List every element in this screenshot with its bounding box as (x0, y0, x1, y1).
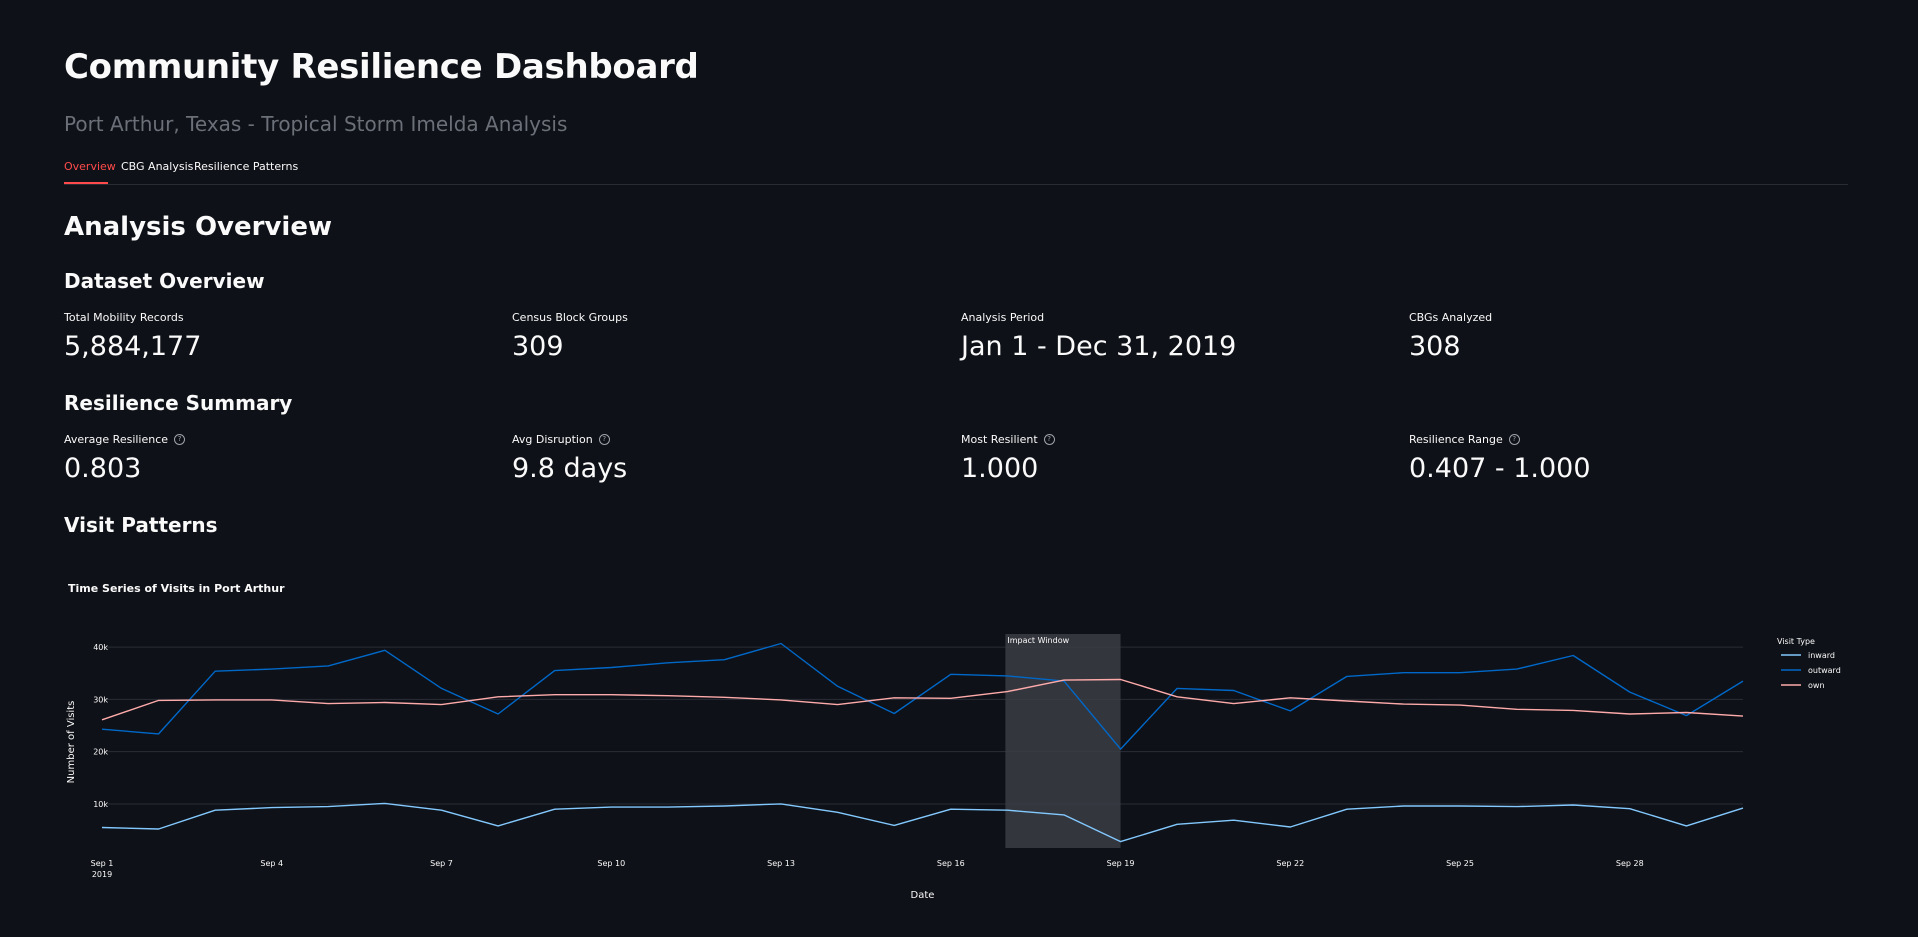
y-tick-label: 20k (93, 748, 108, 757)
x-tick-label: Sep 13 (767, 859, 795, 868)
metric-label: Most Resilient? (961, 433, 1055, 446)
metric-label: Resilience Range? (1409, 433, 1591, 446)
impact-window-label: Impact Window (1007, 636, 1069, 645)
metric-total-mobility-records: Total Mobility Records 5,884,177 (64, 311, 201, 362)
y-tick-label: 10k (93, 800, 108, 809)
tab-resilience-patterns[interactable]: Resilience Patterns (194, 160, 298, 173)
metric-analysis-period: Analysis Period Jan 1 - Dec 31, 2019 (961, 311, 1236, 362)
active-tab-indicator (64, 182, 108, 184)
x-tick-label: Sep 22 (1276, 859, 1304, 868)
page-title: Community Resilience Dashboard (64, 47, 699, 87)
section-heading-dataset-overview: Dataset Overview (64, 269, 265, 293)
metric-value: 0.803 (64, 453, 142, 484)
x-tick-sublabel: 2019 (92, 870, 112, 879)
metric-most-resilient: Most Resilient? 1.000 (961, 433, 1055, 484)
metric-label: Analysis Period (961, 311, 1045, 324)
legend-label-outward: outward (1808, 666, 1841, 675)
tab-bar: Overview CBG Analysis Resilience Pattern… (64, 158, 1848, 185)
visits-chart-svg: Time Series of Visits in Port Arthur 10k 2… (66, 582, 1841, 901)
question-circle-icon[interactable]: ? (1043, 434, 1055, 445)
legend-label-inward: inward (1808, 651, 1835, 660)
metric-cbgs-analyzed: CBGs Analyzed 308 (1409, 311, 1492, 362)
metric-label: Total Mobility Records (64, 311, 184, 324)
x-tick-label: Sep 28 (1616, 859, 1644, 868)
series-line-inward (101, 802, 1744, 843)
metric-label: Average Resilience? (64, 433, 186, 446)
y-tick-label: 40k (93, 643, 108, 652)
metric-value: 308 (1409, 331, 1461, 362)
legend-label-own: own (1808, 681, 1825, 690)
x-tick-label: Sep 16 (937, 859, 965, 868)
x-tick-label: Sep 7 (430, 859, 453, 868)
page-subtitle: Port Arthur, Texas - Tropical Storm Imel… (64, 112, 568, 136)
y-axis-title: Number of Visits (66, 701, 77, 784)
x-tick-label: Sep 4 (260, 859, 283, 868)
tab-overview[interactable]: Overview (64, 160, 116, 173)
metric-label: CBGs Analyzed (1409, 311, 1493, 324)
section-heading-analysis-overview: Analysis Overview (64, 212, 332, 242)
section-heading-visit-patterns: Visit Patterns (64, 513, 218, 537)
metric-value: 9.8 days (512, 453, 628, 484)
series-line-outward (101, 642, 1744, 750)
x-tick-label: Sep 10 (597, 859, 625, 868)
impact-window-band (1005, 634, 1121, 848)
metric-census-block-groups: Census Block Groups 309 (512, 311, 628, 362)
y-tick-label: 30k (93, 695, 108, 704)
question-circle-icon[interactable]: ? (598, 434, 610, 445)
metric-value: 5,884,177 (64, 331, 202, 362)
tab-cbg-analysis[interactable]: CBG Analysis (121, 160, 193, 173)
metric-resilience-range: Resilience Range? 0.407 - 1.000 (1409, 433, 1591, 484)
question-circle-icon[interactable]: ? (174, 434, 186, 445)
section-heading-resilience-summary: Resilience Summary (64, 391, 293, 415)
metric-value: Jan 1 - Dec 31, 2019 (961, 331, 1237, 362)
chart-title: Time Series of Visits in Port Arthur (68, 582, 285, 595)
metric-value: 309 (512, 331, 564, 362)
x-tick-label: Sep 1 (91, 859, 114, 868)
legend-title: Visit Type (1777, 637, 1815, 646)
metric-value: 0.407 - 1.000 (1409, 453, 1591, 484)
x-tick-label: Sep 25 (1446, 859, 1474, 868)
metric-label: Avg Disruption? (512, 433, 627, 446)
metric-avg-disruption: Avg Disruption? 9.8 days (512, 433, 627, 484)
x-axis-title: Date (911, 890, 935, 901)
metric-label: Census Block Groups (512, 311, 628, 324)
x-tick-label: Sep 19 (1107, 859, 1135, 868)
metric-value: 1.000 (961, 453, 1039, 484)
metric-average-resilience: Average Resilience? 0.803 (64, 433, 186, 484)
question-circle-icon[interactable]: ? (1508, 434, 1520, 445)
visits-chart: Time Series of Visits in Port Arthur 10k 2… (64, 568, 1918, 918)
